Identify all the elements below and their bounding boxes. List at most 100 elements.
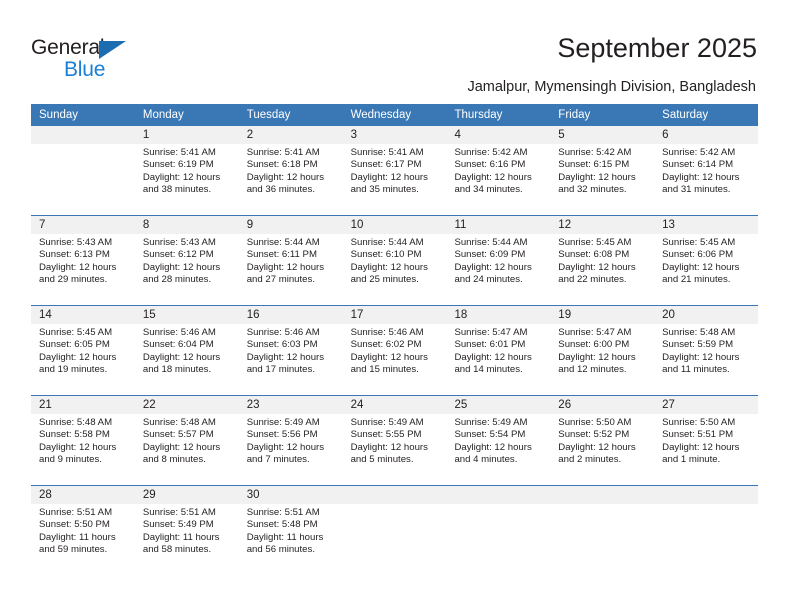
daylight-text: Daylight: 12 hours and 28 minutes. xyxy=(142,261,221,285)
day-number[interactable]: 14 xyxy=(31,305,135,324)
daylight-text: Daylight: 12 hours and 5 minutes. xyxy=(350,441,428,465)
day-cell[interactable]: Sunrise: 5:41 AM Sunset: 6:18 PM Dayligh… xyxy=(238,144,343,216)
day-detail-row: Sunrise: 5:51 AM Sunset: 5:50 PM Dayligh… xyxy=(31,504,759,575)
sunrise-text: Sunrise: 5:43 AM xyxy=(39,237,113,248)
day-cell[interactable]: Sunrise: 5:47 AM Sunset: 6:01 PM Dayligh… xyxy=(446,324,551,396)
sunrise-text: Sunrise: 5:45 AM xyxy=(662,237,736,248)
day-number[interactable]: 26 xyxy=(550,395,655,414)
day-cell[interactable]: Sunrise: 5:44 AM Sunset: 6:09 PM Dayligh… xyxy=(446,234,551,306)
day-cell[interactable]: Sunrise: 5:51 AM Sunset: 5:48 PM Dayligh… xyxy=(238,504,343,575)
day-cell[interactable]: Sunrise: 5:45 AM Sunset: 6:08 PM Dayligh… xyxy=(550,234,655,306)
day-cell[interactable]: Sunrise: 5:46 AM Sunset: 6:04 PM Dayligh… xyxy=(134,324,239,396)
logo-text-general: General xyxy=(31,36,105,59)
day-number[interactable]: 2 xyxy=(238,126,343,144)
day-number[interactable]: 9 xyxy=(238,215,343,234)
weekday-header-sunday: Sunday xyxy=(31,104,135,126)
day-cell[interactable]: Sunrise: 5:49 AM Sunset: 5:56 PM Dayligh… xyxy=(238,414,343,486)
sunset-text: Sunset: 5:54 PM xyxy=(454,429,526,441)
day-number[interactable]: 8 xyxy=(134,215,239,234)
sunset-text: Sunset: 6:08 PM xyxy=(558,249,630,261)
day-number[interactable]: 15 xyxy=(134,305,239,324)
day-cell[interactable]: Sunrise: 5:48 AM Sunset: 5:57 PM Dayligh… xyxy=(134,414,239,486)
day-number[interactable]: 6 xyxy=(654,126,759,144)
page-title: September 2025 xyxy=(557,33,757,63)
calendar-week-row: 14 15 16 17 18 19 20 Sunrise: 5:45 AM Su… xyxy=(31,305,759,396)
day-cell[interactable]: Sunrise: 5:50 AM Sunset: 5:51 PM Dayligh… xyxy=(654,414,759,486)
day-number-row: 14 15 16 17 18 19 20 xyxy=(31,305,759,324)
day-cell[interactable]: Sunrise: 5:47 AM Sunset: 6:00 PM Dayligh… xyxy=(550,324,655,396)
sunrise-text: Sunrise: 5:49 AM xyxy=(454,417,528,428)
day-cell[interactable]: Sunrise: 5:45 AM Sunset: 6:06 PM Dayligh… xyxy=(654,234,759,306)
sunset-text: Sunset: 6:04 PM xyxy=(142,339,214,351)
day-cell[interactable] xyxy=(446,504,551,575)
day-cell[interactable]: Sunrise: 5:44 AM Sunset: 6:11 PM Dayligh… xyxy=(238,234,343,306)
day-cell[interactable]: Sunrise: 5:44 AM Sunset: 6:10 PM Dayligh… xyxy=(342,234,447,306)
day-number[interactable]: 4 xyxy=(446,126,551,144)
day-number[interactable] xyxy=(654,485,759,504)
day-cell[interactable]: Sunrise: 5:41 AM Sunset: 6:17 PM Dayligh… xyxy=(342,144,447,216)
day-cell[interactable]: Sunrise: 5:51 AM Sunset: 5:49 PM Dayligh… xyxy=(134,504,239,575)
day-number[interactable]: 7 xyxy=(31,215,135,234)
day-cell[interactable]: Sunrise: 5:51 AM Sunset: 5:50 PM Dayligh… xyxy=(31,504,135,575)
day-number[interactable] xyxy=(446,485,551,504)
day-number[interactable]: 16 xyxy=(238,305,343,324)
day-number[interactable]: 13 xyxy=(654,215,759,234)
day-number[interactable]: 27 xyxy=(654,395,759,414)
day-number[interactable]: 25 xyxy=(446,395,551,414)
day-number[interactable]: 5 xyxy=(550,126,655,144)
daylight-text: Daylight: 11 hours and 56 minutes. xyxy=(246,531,324,555)
day-cell[interactable]: Sunrise: 5:42 AM Sunset: 6:14 PM Dayligh… xyxy=(654,144,759,216)
daylight-text: Daylight: 12 hours and 21 minutes. xyxy=(662,261,740,285)
weekday-header-thursday: Thursday xyxy=(446,104,551,126)
day-cell[interactable]: Sunrise: 5:45 AM Sunset: 6:05 PM Dayligh… xyxy=(31,324,135,396)
day-cell[interactable]: Sunrise: 5:50 AM Sunset: 5:52 PM Dayligh… xyxy=(550,414,655,486)
day-detail-row: Sunrise: 5:48 AM Sunset: 5:58 PM Dayligh… xyxy=(31,414,759,486)
day-cell[interactable]: Sunrise: 5:49 AM Sunset: 5:55 PM Dayligh… xyxy=(342,414,447,486)
day-number[interactable]: 29 xyxy=(134,485,239,504)
daylight-text: Daylight: 11 hours and 58 minutes. xyxy=(142,531,220,555)
daylight-text: Daylight: 12 hours and 27 minutes. xyxy=(246,261,325,285)
day-cell[interactable]: Sunrise: 5:48 AM Sunset: 5:59 PM Dayligh… xyxy=(654,324,759,396)
day-number[interactable]: 19 xyxy=(550,305,655,324)
day-number[interactable]: 28 xyxy=(31,485,135,504)
day-number[interactable]: 20 xyxy=(654,305,759,324)
day-number[interactable]: 18 xyxy=(446,305,551,324)
day-number[interactable]: 1 xyxy=(134,126,239,144)
page-header: General Blue September 2025 Jamalpur, My… xyxy=(0,0,792,100)
daylight-text: Daylight: 12 hours and 4 minutes. xyxy=(454,441,532,465)
location-subtitle: Jamalpur, Mymensingh Division, Banglades… xyxy=(467,79,756,95)
day-cell[interactable]: Sunrise: 5:43 AM Sunset: 6:12 PM Dayligh… xyxy=(134,234,239,306)
day-cell[interactable] xyxy=(654,504,759,575)
daylight-text: Daylight: 12 hours and 29 minutes. xyxy=(39,261,117,285)
day-number[interactable]: 17 xyxy=(342,305,447,324)
day-number[interactable]: 12 xyxy=(550,215,655,234)
day-number[interactable] xyxy=(31,126,135,144)
day-number[interactable]: 11 xyxy=(446,215,551,234)
day-cell[interactable]: Sunrise: 5:42 AM Sunset: 6:15 PM Dayligh… xyxy=(550,144,655,216)
day-number[interactable] xyxy=(342,485,447,504)
daylight-text: Daylight: 12 hours and 19 minutes. xyxy=(39,351,117,375)
day-number[interactable]: 30 xyxy=(238,485,343,504)
general-blue-logo[interactable]: General Blue xyxy=(31,36,151,82)
day-cell[interactable]: Sunrise: 5:48 AM Sunset: 5:58 PM Dayligh… xyxy=(31,414,135,486)
day-number[interactable]: 3 xyxy=(342,126,447,144)
day-number-row: 1 2 3 4 5 6 xyxy=(31,126,759,144)
day-cell[interactable]: Sunrise: 5:46 AM Sunset: 6:03 PM Dayligh… xyxy=(238,324,343,396)
day-number[interactable] xyxy=(550,485,655,504)
day-cell[interactable]: Sunrise: 5:43 AM Sunset: 6:13 PM Dayligh… xyxy=(31,234,135,306)
day-cell[interactable]: Sunrise: 5:46 AM Sunset: 6:02 PM Dayligh… xyxy=(342,324,447,396)
triangle-icon xyxy=(99,41,126,59)
day-number[interactable]: 24 xyxy=(342,395,447,414)
day-cell[interactable]: Sunrise: 5:49 AM Sunset: 5:54 PM Dayligh… xyxy=(446,414,551,486)
day-cell[interactable] xyxy=(31,144,135,216)
day-number[interactable]: 23 xyxy=(238,395,343,414)
day-cell[interactable] xyxy=(342,504,447,575)
day-cell[interactable] xyxy=(550,504,655,575)
day-number[interactable]: 10 xyxy=(342,215,447,234)
sunset-text: Sunset: 5:55 PM xyxy=(350,429,422,441)
day-cell[interactable]: Sunrise: 5:42 AM Sunset: 6:16 PM Dayligh… xyxy=(446,144,551,216)
day-number[interactable]: 22 xyxy=(134,395,239,414)
sunset-text: Sunset: 6:02 PM xyxy=(350,339,422,351)
day-number[interactable]: 21 xyxy=(31,395,135,414)
day-cell[interactable]: Sunrise: 5:41 AM Sunset: 6:19 PM Dayligh… xyxy=(134,144,239,216)
